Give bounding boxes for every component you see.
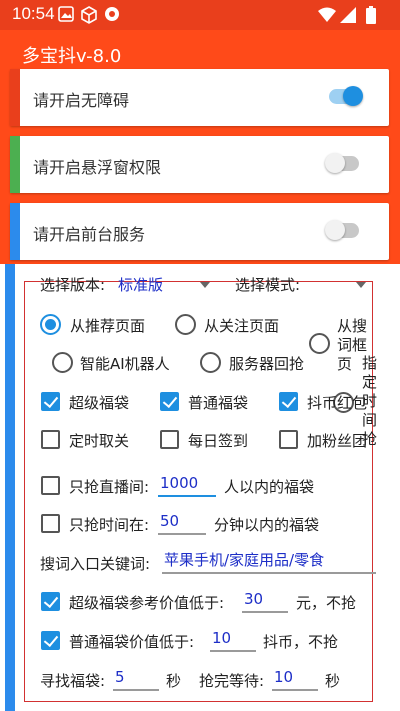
search-wait-unit: 秒 bbox=[166, 672, 182, 690]
coin-redpacket-label: 抖币红包 bbox=[307, 394, 368, 412]
cube-notification-icon bbox=[81, 6, 97, 24]
status-time: 10:54 bbox=[12, 4, 55, 23]
super-ref-label: 超级福袋参考价值低于: bbox=[69, 594, 225, 612]
time-only-checkbox[interactable] bbox=[41, 514, 60, 533]
wifi-icon bbox=[318, 7, 336, 22]
search-wait-input[interactable]: 5 bbox=[113, 667, 159, 691]
radio-search-label-3: 页 bbox=[337, 355, 353, 373]
keyword-input[interactable]: 苹果手机/家庭用品/零食 bbox=[162, 550, 376, 574]
radio-search-label-1: 从搜 bbox=[337, 317, 368, 335]
overlay-toggle[interactable] bbox=[325, 153, 359, 173]
version-select[interactable]: 标准版 bbox=[118, 274, 163, 295]
settings-left-stripe bbox=[5, 264, 15, 711]
normal-ref-label: 普通福袋价值低于: bbox=[69, 633, 195, 651]
radio-recommend-label: 从推荐页面 bbox=[70, 317, 146, 335]
timed-unfollow-checkbox[interactable] bbox=[41, 430, 60, 449]
time-only-label: 只抢时间在: bbox=[69, 516, 150, 534]
live-count-input[interactable]: 1000 bbox=[158, 473, 216, 497]
foreground-service-label: 请开启前台服务 bbox=[33, 225, 146, 244]
super-ref-suffix: 元，不抢 bbox=[296, 594, 357, 612]
radio-follow-label: 从关注页面 bbox=[204, 317, 280, 335]
mode-label: 选择模式: bbox=[235, 276, 301, 294]
live-only-checkbox[interactable] bbox=[41, 476, 60, 495]
time-only-suffix: 分钟以内的福袋 bbox=[214, 516, 320, 534]
time-minutes-input[interactable]: 50 bbox=[158, 511, 206, 535]
super-bag-checkbox[interactable] bbox=[41, 392, 60, 411]
join-fans-checkbox[interactable] bbox=[279, 430, 298, 449]
card-color-bar bbox=[10, 136, 20, 193]
version-label: 选择版本: bbox=[40, 276, 106, 294]
radio-recommend[interactable] bbox=[40, 314, 61, 335]
normal-ref-suffix: 抖币，不抢 bbox=[263, 633, 339, 651]
normal-bag-label: 普通福袋 bbox=[188, 394, 249, 412]
grab-wait-unit: 秒 bbox=[325, 672, 341, 690]
app-title: 多宝抖v-8.0 bbox=[22, 46, 122, 67]
radio-specified-label-2: 定 bbox=[362, 373, 378, 391]
battery-icon bbox=[366, 6, 376, 24]
radio-specified-label-1: 指 bbox=[362, 354, 378, 372]
accessibility-permission-label: 请开启无障碍 bbox=[33, 91, 130, 110]
foreground-service-card[interactable]: 请开启前台服务 bbox=[10, 203, 389, 260]
radio-server-label: 服务器回抢 bbox=[229, 355, 305, 373]
coin-redpacket-checkbox[interactable] bbox=[279, 392, 298, 411]
daily-signin-label: 每日签到 bbox=[188, 432, 249, 450]
radio-server[interactable] bbox=[200, 352, 221, 373]
image-notification-icon bbox=[58, 6, 74, 22]
grab-wait-input[interactable]: 10 bbox=[272, 667, 318, 691]
normal-ref-input[interactable]: 10 bbox=[210, 628, 256, 652]
normal-bag-checkbox[interactable] bbox=[160, 392, 179, 411]
daily-signin-checkbox[interactable] bbox=[160, 430, 179, 449]
signal-icon bbox=[340, 7, 356, 23]
live-only-label: 只抢直播间: bbox=[69, 478, 150, 496]
live-only-suffix: 人以内的福袋 bbox=[224, 478, 315, 496]
foreground-service-toggle[interactable] bbox=[325, 220, 359, 240]
radio-follow[interactable] bbox=[175, 314, 196, 335]
keyword-label: 搜词入口关键词: bbox=[40, 555, 151, 573]
accessibility-toggle[interactable] bbox=[329, 86, 363, 106]
overlay-permission-label: 请开启悬浮窗权限 bbox=[33, 158, 162, 177]
search-wait-label: 寻找福袋: bbox=[40, 672, 106, 690]
timed-unfollow-label: 定时取关 bbox=[69, 432, 130, 450]
radio-ai-robot[interactable] bbox=[52, 352, 73, 373]
app-notification-icon bbox=[105, 7, 119, 21]
super-ref-checkbox[interactable] bbox=[41, 592, 60, 611]
super-ref-input[interactable]: 30 bbox=[242, 589, 288, 613]
accessibility-permission-card[interactable]: 请开启无障碍 bbox=[10, 69, 389, 126]
card-color-bar bbox=[10, 203, 20, 260]
version-dropdown-icon[interactable] bbox=[200, 282, 210, 288]
normal-ref-checkbox[interactable] bbox=[41, 631, 60, 650]
mode-dropdown-icon[interactable] bbox=[356, 282, 366, 288]
status-bar: 10:54 bbox=[0, 0, 400, 30]
card-color-bar bbox=[10, 69, 20, 126]
super-bag-label: 超级福袋 bbox=[69, 394, 130, 412]
overlay-permission-card[interactable]: 请开启悬浮窗权限 bbox=[10, 136, 389, 193]
radio-ai-robot-label: 智能AI机器人 bbox=[80, 355, 170, 373]
radio-search-box[interactable] bbox=[309, 333, 330, 354]
join-fans-label: 加粉丝团 bbox=[307, 432, 368, 450]
grab-wait-label: 抢完等待: bbox=[199, 672, 265, 690]
